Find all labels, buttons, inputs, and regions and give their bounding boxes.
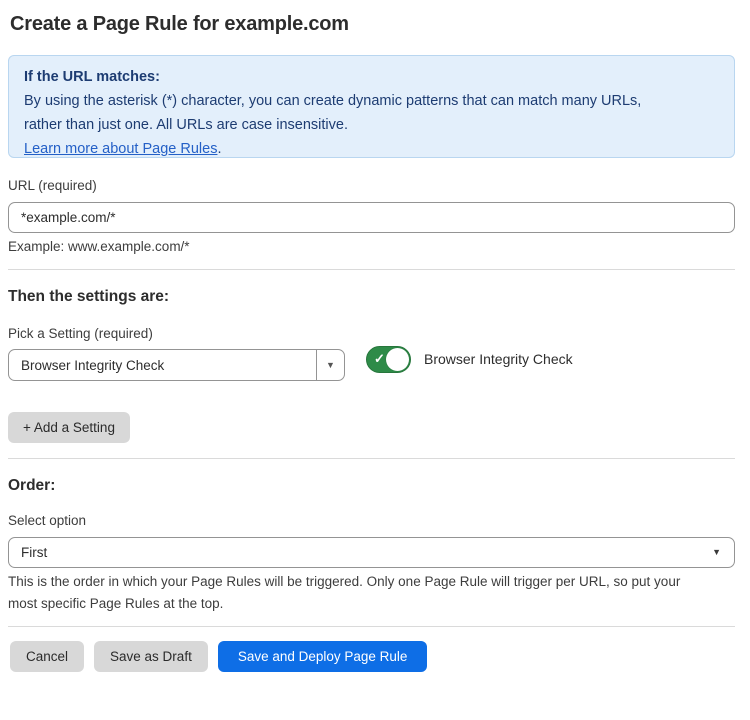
info-box-link-row: Learn more about Page Rules.	[24, 137, 719, 161]
info-box-body-line1: By using the asterisk (*) character, you…	[24, 89, 719, 113]
link-suffix: .	[217, 141, 221, 157]
save-as-draft-button[interactable]: Save as Draft	[94, 641, 208, 672]
order-help-line1: This is the order in which your Page Rul…	[8, 571, 680, 593]
toggle-label: Browser Integrity Check	[424, 351, 573, 367]
page-title: Create a Page Rule for example.com	[10, 13, 349, 36]
create-page-rule-panel: Create a Page Rule for example.com If th…	[0, 0, 750, 720]
setting-select[interactable]: Browser Integrity Check ▼	[8, 349, 345, 381]
url-input[interactable]	[8, 202, 735, 233]
divider	[8, 458, 735, 459]
setting-select-arrow-button[interactable]: ▼	[316, 350, 344, 380]
order-select-value: First	[9, 545, 712, 560]
info-box-body-line2: rather than just one. All URLs are case …	[24, 113, 719, 137]
save-and-deploy-button[interactable]: Save and Deploy Page Rule	[218, 641, 428, 672]
divider	[8, 626, 735, 627]
order-select-label: Select option	[8, 513, 86, 528]
order-section-heading: Order:	[8, 477, 55, 495]
url-matches-info-box: If the URL matches: By using the asteris…	[8, 55, 735, 158]
toggle-knob	[386, 348, 409, 371]
divider	[8, 269, 735, 270]
pick-setting-label: Pick a Setting (required)	[8, 326, 153, 341]
learn-more-link[interactable]: Learn more about Page Rules	[24, 141, 217, 157]
url-example-hint: Example: www.example.com/*	[8, 239, 190, 254]
check-icon: ✓	[374, 352, 385, 365]
browser-integrity-toggle[interactable]: ✓	[366, 346, 411, 373]
info-box-body: By using the asterisk (*) character, you…	[24, 89, 719, 137]
order-select[interactable]: First ▼	[8, 537, 735, 568]
caret-down-icon: ▼	[712, 548, 721, 557]
settings-section-heading: Then the settings are:	[8, 288, 169, 306]
order-help-line2: most specific Page Rules at the top.	[8, 593, 680, 615]
info-box-heading: If the URL matches:	[24, 65, 719, 89]
footer-button-row: Cancel Save as Draft Save and Deploy Pag…	[10, 641, 427, 672]
caret-down-icon: ▼	[326, 361, 335, 370]
cancel-button[interactable]: Cancel	[10, 641, 84, 672]
url-field-label: URL (required)	[8, 178, 97, 193]
add-setting-button[interactable]: + Add a Setting	[8, 412, 130, 443]
order-help-text: This is the order in which your Page Rul…	[8, 571, 680, 615]
setting-select-value: Browser Integrity Check	[9, 358, 316, 373]
